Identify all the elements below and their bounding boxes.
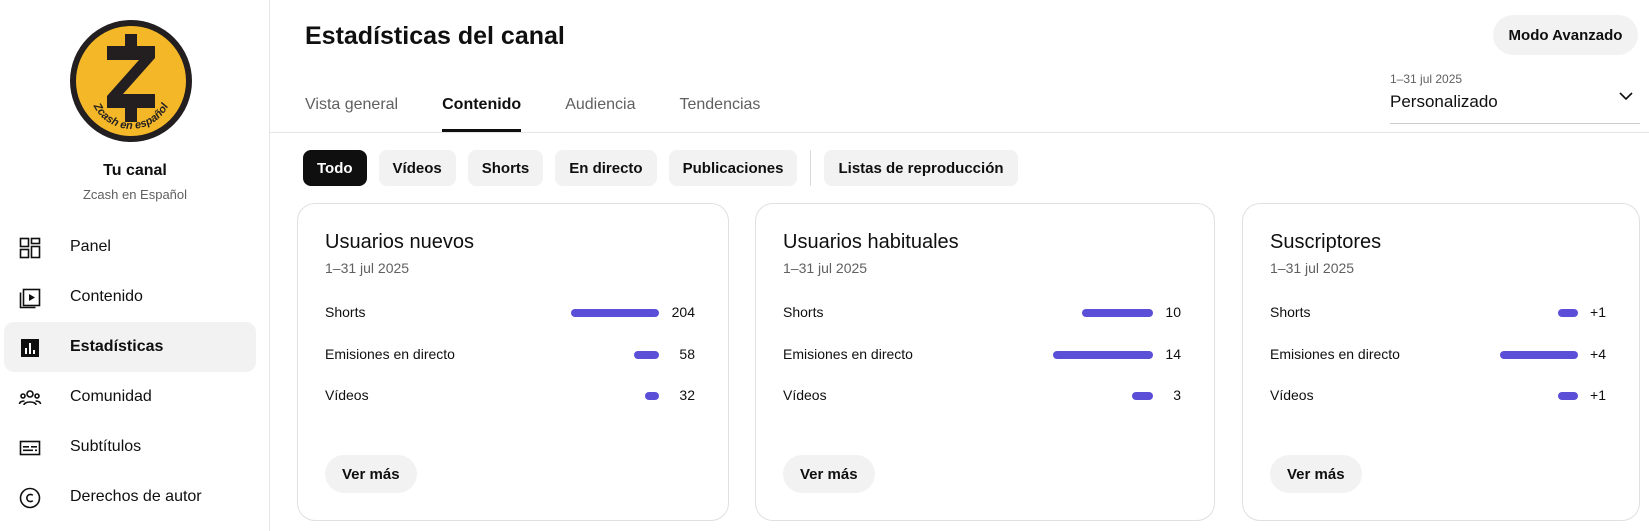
date-range-text: 1–31 jul 2025 <box>1390 72 1463 86</box>
sidebar-item-label: Derechos de autor <box>70 488 202 505</box>
metric-bar <box>1053 351 1153 359</box>
new-viewers-card: Usuarios nuevos 1–31 jul 2025 Shorts 204… <box>297 203 729 521</box>
analytics-icon <box>18 336 42 360</box>
card-date: 1–31 jul 2025 <box>1270 260 1355 276</box>
metric-value: +4 <box>1590 346 1606 362</box>
metric-label: Vídeos <box>1270 387 1314 403</box>
chip-playlists[interactable]: Listas de reproducción <box>824 150 1018 186</box>
subscribers-card: Suscriptores 1–31 jul 2025 Shorts +1 Emi… <box>1242 203 1640 521</box>
metric-label: Emisiones en directo <box>1270 346 1400 362</box>
content-filter-chips: Todo Vídeos Shorts En directo Publicacio… <box>303 150 1030 186</box>
date-range-picker[interactable]: 1–31 jul 2025 Personalizado <box>1390 66 1640 124</box>
sidebar-item-analytics[interactable]: Estadísticas <box>4 322 256 372</box>
card-title: Usuarios habituales <box>783 231 959 253</box>
studio-app: Zcash en español Tu canal Zcash en Españ… <box>0 0 1649 531</box>
chip-all[interactable]: Todo <box>303 150 367 186</box>
sidebar-nav: Panel Contenido Estadísticas Comunidad S… <box>4 222 256 522</box>
metric-bar <box>1082 309 1153 317</box>
metric-value: 14 <box>1165 346 1181 362</box>
chip-live[interactable]: En directo <box>555 150 657 186</box>
sidebar-item-label: Comunidad <box>70 388 152 405</box>
metric-row: Emisiones en directo 58 <box>325 343 695 367</box>
sidebar-item-content[interactable]: Contenido <box>4 272 256 322</box>
metric-value: 58 <box>679 346 695 362</box>
metric-label: Vídeos <box>325 387 369 403</box>
metric-bar <box>1558 309 1578 317</box>
chevron-down-icon <box>1616 86 1636 106</box>
metric-bar <box>1500 351 1578 359</box>
metric-value: 204 <box>671 304 695 320</box>
sidebar: Zcash en español Tu canal Zcash en Españ… <box>0 0 270 531</box>
copyright-icon <box>18 486 42 510</box>
metric-value: +1 <box>1590 304 1606 320</box>
see-more-button[interactable]: Ver más <box>783 455 875 493</box>
advanced-mode-button[interactable]: Modo Avanzado <box>1493 15 1638 55</box>
channel-avatar[interactable]: Zcash en español <box>70 20 192 142</box>
page-title: Estadísticas del canal <box>305 22 565 50</box>
channel-name: Zcash en Español <box>82 187 188 202</box>
card-title: Suscriptores <box>1270 231 1382 253</box>
sidebar-item-community[interactable]: Comunidad <box>4 372 256 422</box>
community-icon <box>18 386 42 410</box>
sidebar-item-label: Panel <box>70 238 111 255</box>
metric-label: Emisiones en directo <box>783 346 913 362</box>
metric-label: Emisiones en directo <box>325 346 455 362</box>
metric-value: 10 <box>1165 304 1181 320</box>
metric-row: Shorts 10 <box>783 301 1181 325</box>
metric-value: 32 <box>679 387 695 403</box>
metric-value: 3 <box>1173 387 1181 403</box>
chip-divider <box>810 150 812 186</box>
metric-label: Vídeos <box>783 387 827 403</box>
card-date: 1–31 jul 2025 <box>783 260 868 276</box>
metric-value: +1 <box>1590 387 1606 403</box>
sidebar-item-copyright[interactable]: Derechos de autor <box>4 472 256 522</box>
sidebar-item-panel[interactable]: Panel <box>4 222 256 272</box>
analytics-tabs: Vista general Contenido Audiencia Tenden… <box>305 80 804 132</box>
channel-title: Tu canal <box>103 162 167 179</box>
see-more-button[interactable]: Ver más <box>1270 455 1362 493</box>
chip-videos[interactable]: Vídeos <box>378 150 456 186</box>
sidebar-item-label: Estadísticas <box>70 338 164 355</box>
metric-bar <box>634 351 659 359</box>
sidebar-item-label: Contenido <box>70 288 143 305</box>
dashboard-icon <box>18 236 42 260</box>
metric-label: Shorts <box>1270 304 1311 320</box>
metric-bar <box>571 309 659 317</box>
see-more-button[interactable]: Ver más <box>325 455 417 493</box>
metric-row: Emisiones en directo +4 <box>1270 343 1606 367</box>
tab-overview[interactable]: Vista general <box>305 80 398 132</box>
date-selection-text: Personalizado <box>1390 92 1498 111</box>
metric-row: Shorts +1 <box>1270 301 1606 325</box>
sidebar-item-label: Subtítulos <box>70 438 142 455</box>
sidebar-item-subtitles[interactable]: Subtítulos <box>4 422 256 472</box>
metric-bar <box>1558 392 1578 400</box>
chip-posts[interactable]: Publicaciones <box>668 150 798 186</box>
metric-row: Vídeos 32 <box>325 384 695 408</box>
metric-row: Vídeos 3 <box>783 384 1181 408</box>
returning-viewers-card: Usuarios habituales 1–31 jul 2025 Shorts… <box>755 203 1215 521</box>
metric-label: Shorts <box>783 304 824 320</box>
tab-trends[interactable]: Tendencias <box>679 80 760 132</box>
zcash-logo-icon: Zcash en español <box>70 20 192 142</box>
content-icon <box>18 286 42 310</box>
metric-row: Shorts 204 <box>325 301 695 325</box>
metric-row: Emisiones en directo 14 <box>783 343 1181 367</box>
metric-row: Vídeos +1 <box>1270 384 1606 408</box>
header-divider <box>270 132 1649 133</box>
card-title: Usuarios nuevos <box>325 231 474 253</box>
chip-shorts[interactable]: Shorts <box>467 150 544 186</box>
tab-audience[interactable]: Audiencia <box>565 80 635 132</box>
metric-label: Shorts <box>325 304 366 320</box>
metric-bar <box>1132 392 1153 400</box>
tab-content[interactable]: Contenido <box>442 80 522 132</box>
subtitles-icon <box>18 436 42 460</box>
card-date: 1–31 jul 2025 <box>325 260 410 276</box>
metric-bar <box>645 392 659 400</box>
